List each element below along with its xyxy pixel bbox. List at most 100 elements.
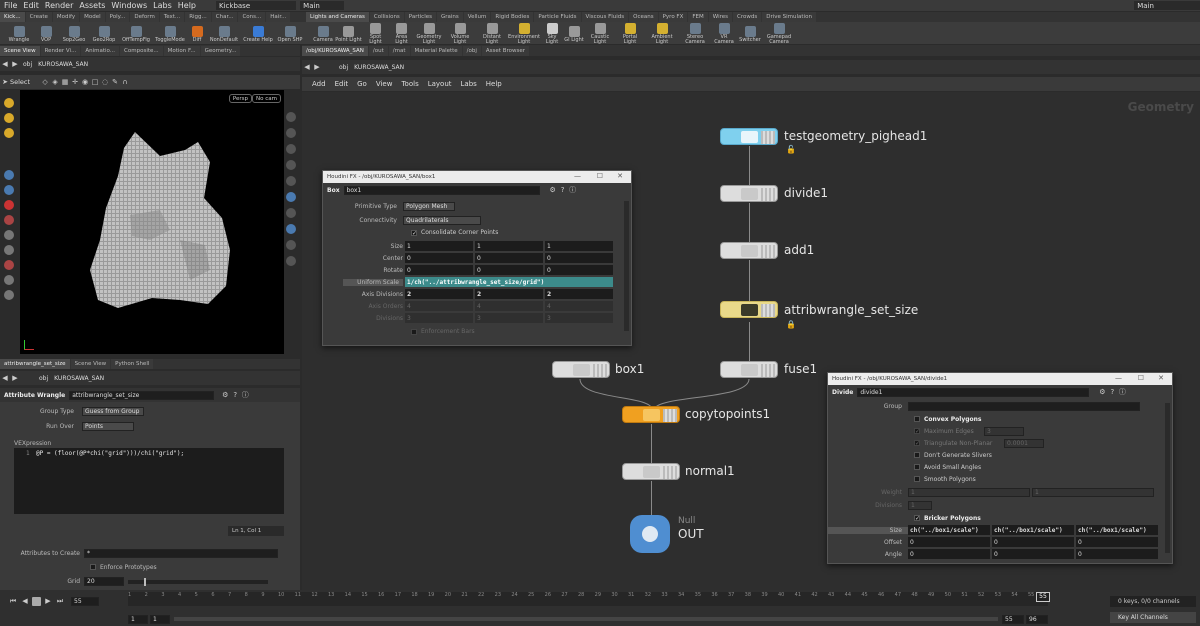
node-copytopoints[interactable] xyxy=(622,406,680,423)
pane-tab[interactable]: /out xyxy=(368,45,388,56)
distant-light-tool[interactable]: Distant Light xyxy=(477,21,507,45)
view-icon[interactable] xyxy=(4,290,14,300)
wrangle-tool[interactable]: Wrangle xyxy=(6,24,32,43)
display-icon[interactable] xyxy=(286,160,296,170)
ambient-light-tool[interactable]: Ambient Light xyxy=(645,21,679,45)
select-arrow-icon[interactable]: ➤ xyxy=(0,77,10,87)
select-prims-icon[interactable]: ▦ xyxy=(60,77,70,87)
axis-div-z[interactable]: 2 xyxy=(545,289,613,299)
primitive-type-menu[interactable]: Polygon Mesh xyxy=(403,201,455,211)
handle-icon[interactable] xyxy=(4,215,14,225)
angle-z[interactable]: 0 xyxy=(1076,549,1158,559)
display-icon[interactable] xyxy=(286,256,296,266)
help-icon[interactable]: ? xyxy=(230,390,240,400)
uniform-scale-expression[interactable]: 1/ch("../attribwrangle_set_size/grid") xyxy=(405,277,613,287)
display-icon[interactable] xyxy=(286,144,296,154)
display-icon[interactable] xyxy=(286,112,296,122)
node-null-out[interactable] xyxy=(630,515,670,553)
paint-select-icon[interactable]: ✎ xyxy=(110,77,120,87)
shelf-tab[interactable]: Poly... xyxy=(105,12,130,22)
handle-icon[interactable] xyxy=(4,260,14,270)
pane-tab[interactable]: /obj xyxy=(462,45,481,56)
path-node[interactable]: KUROSAWA_SAN xyxy=(51,373,107,383)
pane-tab[interactable]: Geometry... xyxy=(200,45,241,56)
pane-tab[interactable]: Python Shell xyxy=(111,359,154,369)
scrollbar[interactable] xyxy=(1165,403,1170,553)
node-normal[interactable] xyxy=(622,463,680,480)
slivers-checkbox[interactable] xyxy=(914,452,920,458)
current-frame-field[interactable]: 55 xyxy=(71,596,99,606)
shelf-tab[interactable]: Model xyxy=(80,12,105,22)
path-node[interactable]: KUROSAWA_SAN xyxy=(351,62,407,72)
shelf-tab[interactable]: Kick... xyxy=(0,12,25,22)
pane-tab[interactable]: /mat xyxy=(388,45,410,56)
size-z[interactable]: 1 xyxy=(545,241,613,251)
grid-slider[interactable] xyxy=(128,577,268,586)
vop-tool[interactable]: VOP xyxy=(34,24,58,43)
axis-div-y[interactable]: 2 xyxy=(475,289,543,299)
select-points-icon[interactable]: ◇ xyxy=(40,77,50,87)
offset-x[interactable]: 0 xyxy=(908,537,990,547)
key-all-channels-button[interactable]: Key All Channels xyxy=(1110,612,1196,623)
sky-light-tool[interactable]: Sky Light xyxy=(541,21,563,45)
node-attribwrangle[interactable] xyxy=(720,301,778,318)
close-icon[interactable]: ✕ xyxy=(1158,374,1164,382)
geometry-light-tool[interactable]: Geometry Light xyxy=(415,21,443,45)
node-box[interactable] xyxy=(552,361,610,378)
consolidate-checkbox[interactable]: ✓ xyxy=(411,229,417,236)
shelf-tab[interactable]: Cons... xyxy=(238,12,266,22)
display-icon[interactable] xyxy=(286,208,296,218)
range-slider[interactable] xyxy=(174,617,998,621)
net-menu-add[interactable]: Add xyxy=(312,80,326,88)
open-shp-tool[interactable]: Open SHP xyxy=(276,24,304,43)
caustic-light-tool[interactable]: Caustic Light xyxy=(585,21,615,45)
net-menu-go[interactable]: Go xyxy=(357,80,367,88)
rotate-y[interactable]: 0 xyxy=(475,265,543,275)
help-icon[interactable]: ? xyxy=(1107,387,1117,397)
menu-render[interactable]: Render xyxy=(45,1,73,10)
menu-windows[interactable]: Windows xyxy=(111,1,147,10)
frame-marker[interactable]: 55 xyxy=(1036,592,1050,602)
angle-y[interactable]: 0 xyxy=(992,549,1074,559)
size-z[interactable]: ch("../box1/scale") xyxy=(1076,525,1158,535)
forward-arrow-icon[interactable]: ▶ xyxy=(312,62,322,72)
geo2rop-tool[interactable]: Geo2Rop xyxy=(90,24,118,43)
net-menu-view[interactable]: View xyxy=(376,80,393,88)
select-icon[interactable] xyxy=(4,170,14,180)
stereo-camera-tool[interactable]: Stereo Camera xyxy=(680,21,710,45)
shading-icon[interactable] xyxy=(286,192,296,202)
node-name-field[interactable]: box1 xyxy=(343,185,540,195)
path-node[interactable]: KUROSAWA_SAN xyxy=(35,59,91,69)
lock-icon[interactable] xyxy=(4,185,14,195)
diff-tool[interactable]: Diff xyxy=(188,24,206,43)
offset-z[interactable]: 0 xyxy=(1076,537,1158,547)
path-obj[interactable]: obj xyxy=(20,59,35,69)
view-icon[interactable] xyxy=(4,275,14,285)
net-menu-edit[interactable]: Edit xyxy=(335,80,349,88)
pane-tab[interactable]: Render Vi... xyxy=(40,45,81,56)
spot-light-tool[interactable]: Spot Light xyxy=(363,21,388,45)
shelf-tab[interactable]: Deform xyxy=(130,12,159,22)
gi-light-tool[interactable]: GI Light xyxy=(564,24,584,43)
net-menu-labs[interactable]: Labs xyxy=(461,80,477,88)
size-y[interactable]: ch("../box1/scale") xyxy=(992,525,1074,535)
grid-field[interactable]: 20 xyxy=(84,577,124,586)
portal-light-tool[interactable]: Portal Light xyxy=(616,21,644,45)
center-z[interactable]: 0 xyxy=(545,253,613,263)
step-back-icon[interactable]: ◀ xyxy=(20,596,30,606)
size-x[interactable]: 1 xyxy=(405,241,473,251)
size-y[interactable]: 1 xyxy=(475,241,543,251)
pane-tab[interactable]: Material Palette xyxy=(410,45,462,56)
node-add[interactable] xyxy=(720,242,778,259)
slider-handle[interactable] xyxy=(144,577,146,586)
range-start-2[interactable]: 1 xyxy=(150,614,170,624)
node-divide[interactable] xyxy=(720,185,778,202)
size-x[interactable]: ch("../box1/scale") xyxy=(908,525,990,535)
shelf-tab[interactable]: Hair... xyxy=(266,12,291,22)
run-over-menu[interactable]: Points xyxy=(82,422,134,431)
shelf-tab[interactable]: Create xyxy=(25,12,52,22)
transform-icon[interactable]: ✛ xyxy=(70,77,80,87)
desktop-selector[interactable]: Main xyxy=(300,1,345,10)
maximize-icon[interactable]: ☐ xyxy=(1138,374,1144,382)
rotate-icon[interactable]: ◉ xyxy=(80,77,90,87)
